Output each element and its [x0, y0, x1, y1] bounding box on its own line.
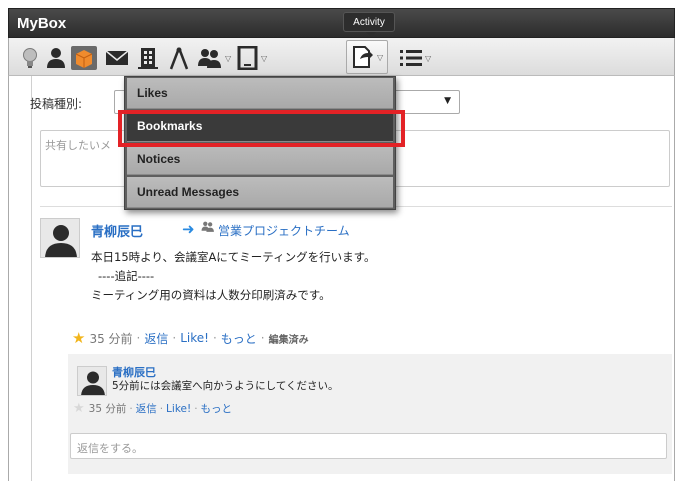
menu-item-unread-messages[interactable]: Unread Messages — [127, 177, 393, 208]
mail-icon[interactable] — [105, 45, 129, 71]
tablet-icon[interactable]: ▽ — [237, 45, 267, 71]
title-bar: MyBox — [8, 8, 675, 38]
post-body-line: ミーティング用の資料は人数分印刷済みです。 — [91, 288, 331, 302]
reply-input[interactable]: 返信をする。 — [70, 433, 667, 459]
reply-link[interactable]: 返信 — [136, 401, 157, 416]
reply-link[interactable]: 返信 — [144, 330, 168, 347]
post-body-line: 本日15時より、会議室Aにてミーティングを行います。 — [91, 250, 376, 264]
building-icon[interactable] — [137, 45, 159, 71]
app-title: MyBox — [17, 15, 67, 32]
post-meta: ★ 35 分前 · 返信 · Like! · もっと · 編集済み — [72, 329, 309, 347]
bulb-icon[interactable] — [21, 45, 39, 71]
more-link[interactable]: もっと — [221, 330, 257, 347]
like-link[interactable]: Like! — [166, 403, 191, 415]
tooltip-activity: Activity — [343, 12, 395, 37]
chevron-down-icon: ▽ — [377, 52, 384, 62]
post-time: 35 分前 — [89, 331, 133, 346]
divider — [31, 76, 32, 481]
share-placeholder: 共有したいメ — [45, 139, 111, 152]
group-icon[interactable]: ▽ — [197, 45, 231, 71]
edited-label: 編集済み — [268, 334, 309, 346]
reply-placeholder: 返信をする。 — [77, 442, 143, 455]
person-icon[interactable] — [45, 45, 67, 71]
share-icon[interactable]: ▽ — [346, 40, 389, 74]
reply-time: 35 分前 — [88, 403, 127, 415]
list-icon[interactable]: ▽ — [399, 45, 431, 71]
star-icon[interactable]: ★ — [72, 329, 85, 347]
chevron-down-icon: ▼ — [444, 96, 451, 106]
chevron-down-icon: ▽ — [225, 53, 232, 63]
post-type-label: 投稿種別: — [30, 97, 83, 111]
post-body-line: ----追記---- — [98, 269, 155, 283]
avatar[interactable] — [40, 218, 80, 258]
reply-meta: ★ 35 分前 · 返信 · Like! · もっと — [73, 401, 233, 416]
group-icon — [201, 220, 215, 236]
reply-text: 5分前には会議室へ向かうようにしてください。 — [112, 380, 339, 392]
avatar[interactable] — [77, 366, 107, 396]
like-link[interactable]: Like! — [180, 331, 209, 345]
post-author[interactable]: 青柳辰巳 — [91, 221, 143, 240]
menu-item-likes[interactable]: Likes — [127, 78, 393, 109]
arrow-right-icon: ➜ — [182, 220, 195, 238]
post-group-link[interactable]: 営業プロジェクトチーム — [218, 222, 350, 239]
chevron-down-icon: ▽ — [425, 53, 432, 63]
toolbar: ▽ ▽ ▽ ▽ — [8, 38, 675, 76]
highlight-box — [118, 110, 405, 147]
star-icon[interactable]: ★ — [73, 401, 85, 416]
chevron-down-icon: ▽ — [261, 53, 268, 63]
more-link[interactable]: もっと — [201, 401, 233, 416]
box-icon[interactable] — [71, 45, 97, 71]
menu-item-notices[interactable]: Notices — [127, 144, 393, 175]
compass-icon[interactable] — [169, 45, 189, 71]
